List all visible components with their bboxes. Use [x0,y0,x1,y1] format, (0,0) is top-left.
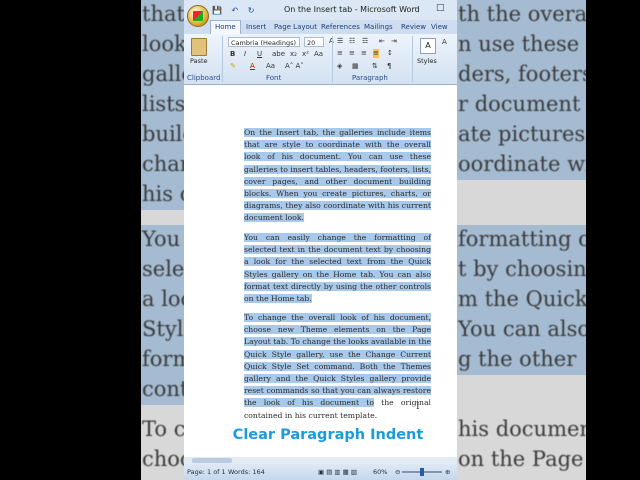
selected-text: You can easily change the formatting of … [244,233,431,304]
group-divider [412,36,413,82]
shading-icon[interactable]: ◈ [337,62,342,71]
bg-text: g the other [458,347,577,371]
bg-text: formatting of [458,227,599,251]
underline-button[interactable]: U [257,50,262,59]
font-group-label: Font [266,74,282,82]
font-name-box[interactable]: Cambria (Headings) [228,37,300,47]
align-left-icon[interactable]: ≡ [337,49,343,58]
paste-icon[interactable] [191,38,207,56]
undo-icon[interactable]: ↶ [232,6,239,15]
bg-text: ders, footers, [458,62,600,86]
tab-mailings[interactable]: Mailings [364,23,393,31]
word-window: 💾 ↶ ↻ On the Insert tab - Microsoft Word… [184,0,457,480]
increase-indent-icon[interactable]: ⇥ [391,37,397,46]
paragraph-1[interactable]: On the Insert tab, the galleries include… [244,127,431,225]
office-logo-icon [193,11,203,21]
zoom-out-icon[interactable]: ⊖ [395,468,400,476]
bg-text: You can also [458,317,591,341]
save-icon[interactable]: 💾 [212,6,222,15]
view-buttons-icon[interactable]: ▣ ▤ ▥ ▦ ▧ [318,468,357,476]
clipboard-group-label: Clipboard [187,74,221,82]
selected-text: To change the overall look of his docume… [244,313,431,408]
strikethrough-button[interactable]: abe [272,50,285,59]
bold-button[interactable]: B [230,50,235,59]
bg-text: th the overall [458,2,601,26]
tab-view[interactable]: View [431,23,448,31]
font-size-down-icon[interactable]: Aa [266,62,275,71]
window-title: On the Insert tab - Microsoft Word [284,5,420,14]
italic-button[interactable]: I [244,50,246,59]
office-button[interactable] [187,5,209,27]
bullets-icon[interactable]: ☰ [337,37,343,46]
left-letterbox [0,0,141,480]
redo-icon[interactable]: ↻ [248,6,255,15]
styles-button[interactable]: Styles [417,57,437,65]
quick-access-toolbar: 💾 ↶ ↻ [212,6,261,15]
ribbon-home: Paste Clipboard Cambria (Headings) 20 A … [184,34,457,85]
bg-text: ate pictures, [458,122,592,146]
tab-insert[interactable]: Insert [246,23,266,31]
show-marks-icon[interactable]: ¶ [387,62,391,71]
zoom-in-icon[interactable]: ⊕ [445,468,450,476]
group-divider [332,36,333,82]
line-spacing-icon[interactable]: ↕ [387,49,393,58]
selected-text: On the Insert tab, the galleries include… [244,128,431,223]
right-letterbox [586,0,640,480]
ribbon-tabs: Home Insert Page Layout References Maili… [184,20,457,37]
tab-references[interactable]: References [321,23,360,31]
change-case-button[interactable]: Aa [314,50,323,59]
page-count[interactable]: Page: 1 of 1 [187,468,226,476]
bg-text: n use these [458,32,580,56]
multilevel-list-icon[interactable]: ☲ [362,37,368,46]
paragraph-group-label: Paragraph [352,74,388,82]
font-color-icon[interactable]: A [250,62,255,71]
maximize-button[interactable]: □ [436,3,445,13]
paste-button[interactable]: Paste [190,57,208,65]
horizontal-scrollbar[interactable] [184,457,457,464]
group-divider [222,36,223,82]
bg-text: m the Quick [458,287,588,311]
paragraph-2[interactable]: You can easily change the formatting of … [244,232,431,305]
tab-page-layout[interactable]: Page Layout [274,23,317,31]
video-caption: Clear Paragraph Indent [232,427,424,443]
highlight-icon[interactable]: ✎ [230,62,236,71]
subscript-button[interactable]: x₂ [290,50,297,59]
decrease-indent-icon[interactable]: ⇤ [379,37,385,46]
grow-shrink-icon[interactable]: A˄ A˅ [285,62,304,71]
title-bar: 💾 ↶ ↻ On the Insert tab - Microsoft Word… [184,0,457,20]
align-center-icon[interactable]: ≡ [349,49,355,58]
zoom-level[interactable]: 60% [373,468,387,476]
bg-text: t by choosing [458,257,601,281]
font-size-box[interactable]: 20 [304,37,324,47]
minimize-button[interactable]: – [413,3,418,13]
mouse-cursor-icon: I [416,402,420,412]
scrollbar-thumb[interactable] [192,458,232,463]
justify-icon[interactable]: ≡ [373,49,379,58]
bg-text: r document [458,92,581,116]
align-right-icon[interactable]: ≡ [361,49,367,58]
superscript-button[interactable]: x² [302,50,309,59]
styles-gallery-icon[interactable]: A [420,38,436,54]
zoom-slider-knob[interactable] [420,468,424,476]
editing-icon[interactable]: A [442,38,447,47]
sort-icon[interactable]: ⇅ [372,62,378,71]
numbering-icon[interactable]: ☷ [349,37,355,46]
status-bar: Page: 1 of 1 Words: 164 ▣ ▤ ▥ ▦ ▧ 60% ⊖ … [184,464,457,480]
word-count[interactable]: Words: 164 [228,468,265,476]
bg-text: on the Page [458,447,584,471]
borders-icon[interactable]: ▦ [352,62,359,71]
tab-review[interactable]: Review [401,23,426,31]
paragraph-3[interactable]: To change the overall look of his docume… [244,312,431,422]
